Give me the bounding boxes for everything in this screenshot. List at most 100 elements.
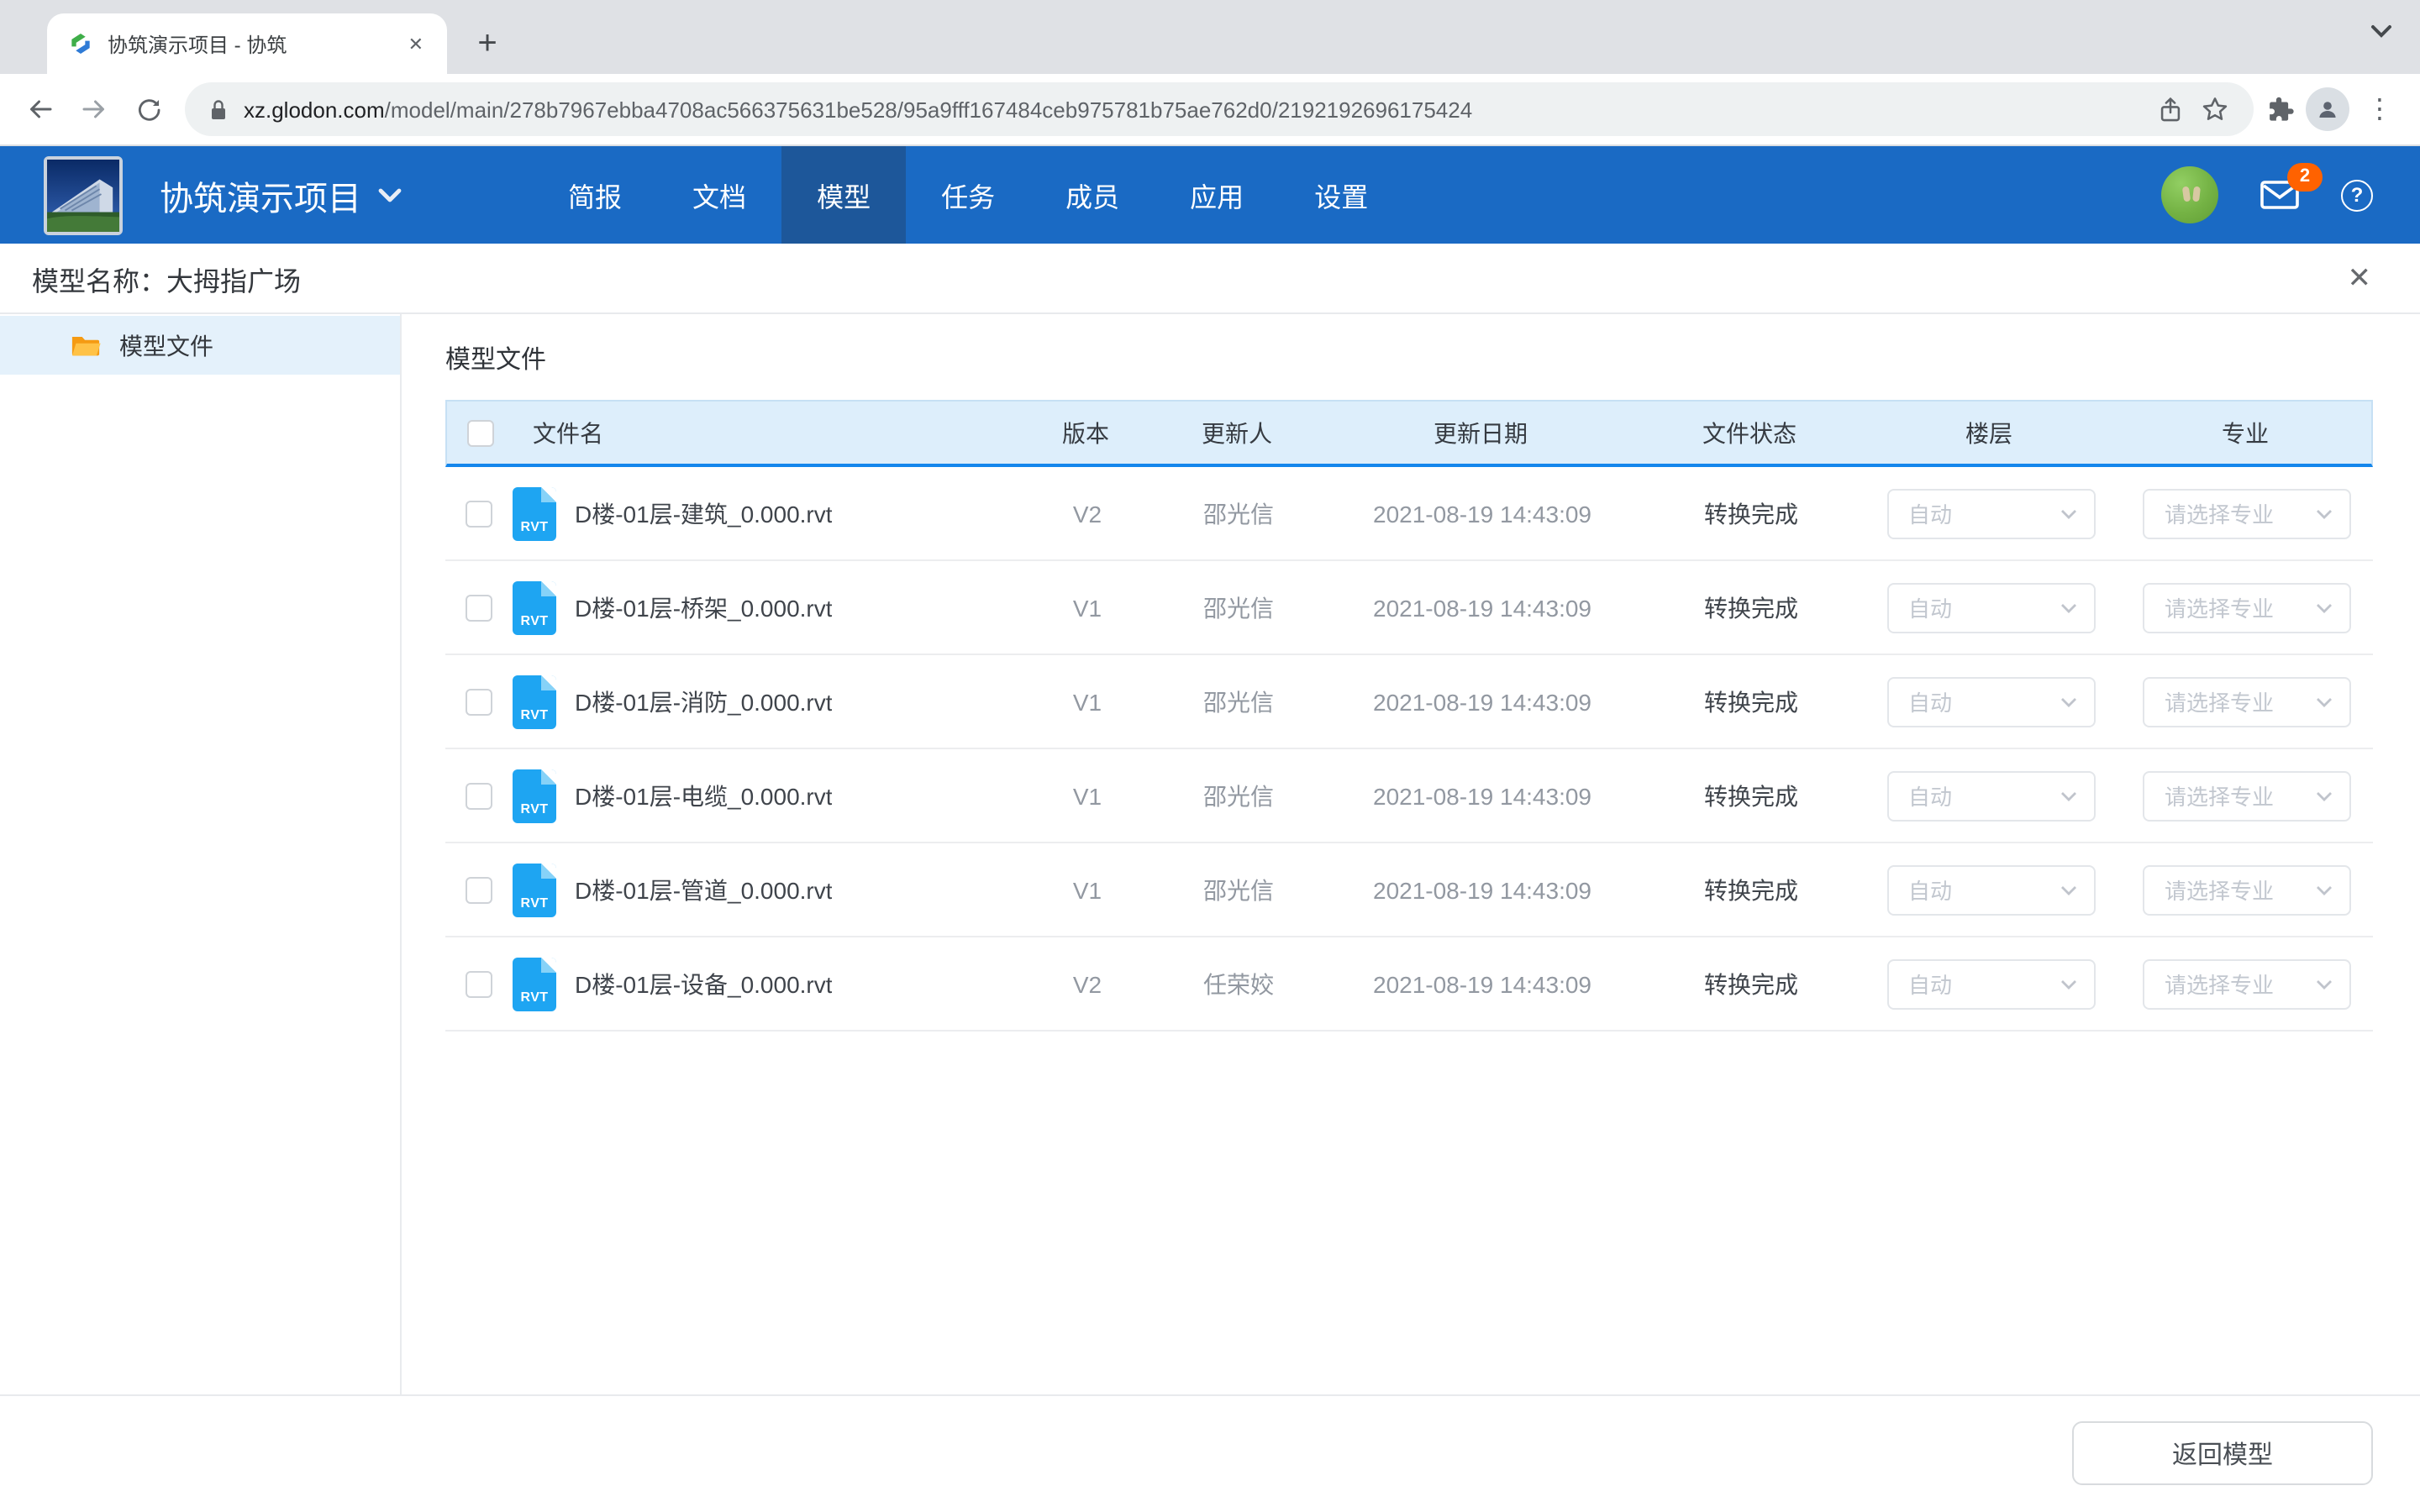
floor-select[interactable]: 自动 xyxy=(1886,958,2095,1009)
footer-bar: 返回模型 xyxy=(0,1394,2420,1509)
column-update-date: 更新日期 xyxy=(1321,416,1640,449)
lock-icon[interactable] xyxy=(208,97,229,122)
chevron-down-icon xyxy=(2316,508,2333,518)
back-button[interactable] xyxy=(13,82,67,136)
nav-item-documents[interactable]: 文档 xyxy=(657,146,781,244)
file-updater: 邵光信 xyxy=(1155,685,1323,718)
share-icon[interactable] xyxy=(2156,95,2185,123)
row-checkbox[interactable] xyxy=(466,500,492,527)
file-updater: 邵光信 xyxy=(1155,873,1323,906)
table-row: RVTD楼-01层-桥架_0.000.rvt V1 邵光信 2021-08-19… xyxy=(445,561,2373,655)
app-header: 协筑演示项目 简报 文档 模型 任务 成员 应用 设置 2 ? xyxy=(0,146,2420,244)
browser-tab[interactable]: 协筑演示项目 - 协筑 ✕ xyxy=(47,13,447,74)
row-checkbox[interactable] xyxy=(466,876,492,903)
project-switcher[interactable]: 协筑演示项目 xyxy=(160,171,402,219)
floor-select[interactable]: 自动 xyxy=(1886,488,2095,538)
file-name[interactable]: D楼-01层-桥架_0.000.rvt xyxy=(575,591,833,624)
column-filename: 文件名 xyxy=(514,416,1018,449)
model-name-value: 大拇指广场 xyxy=(166,258,301,298)
row-checkbox[interactable] xyxy=(466,594,492,621)
row-checkbox[interactable] xyxy=(466,688,492,715)
nav-item-tasks[interactable]: 任务 xyxy=(906,146,1030,244)
sidebar-item-model-files[interactable]: 模型文件 xyxy=(0,316,400,375)
sidebar-item-label: 模型文件 xyxy=(119,328,213,362)
chevron-down-icon xyxy=(2060,885,2076,895)
nav-item-members[interactable]: 成员 xyxy=(1030,146,1155,244)
floor-select[interactable]: 自动 xyxy=(1886,676,2095,727)
header-right-cluster: 2 ? xyxy=(2161,166,2373,223)
tab-search-chevron-icon[interactable] xyxy=(2370,24,2393,39)
nav-item-settings[interactable]: 设置 xyxy=(1279,146,1403,244)
floor-select[interactable]: 自动 xyxy=(1886,582,2095,633)
close-icon[interactable]: ✕ xyxy=(2331,261,2389,295)
row-checkbox[interactable] xyxy=(466,970,492,997)
rvt-file-icon: RVT xyxy=(513,486,556,540)
rvt-label: RVT xyxy=(513,989,556,1004)
file-name[interactable]: D楼-01层-设备_0.000.rvt xyxy=(575,967,833,1000)
browser-menu-icon[interactable]: ⋮ xyxy=(2360,92,2407,126)
address-bar[interactable]: xz.glodon.com/model/main/278b7967ebba470… xyxy=(185,82,2254,136)
major-select[interactable]: 请选择专业 xyxy=(2143,676,2351,727)
chevron-down-icon xyxy=(2316,602,2333,612)
file-name[interactable]: D楼-01层-电缆_0.000.rvt xyxy=(575,779,833,812)
floor-select-value: 自动 xyxy=(1908,591,1952,623)
floor-select[interactable]: 自动 xyxy=(1886,770,2095,821)
new-tab-button[interactable]: + xyxy=(464,20,511,67)
nav-item-model[interactable]: 模型 xyxy=(781,146,906,244)
chevron-down-icon xyxy=(378,187,402,202)
column-version: 版本 xyxy=(1018,416,1153,449)
chevron-down-icon xyxy=(2060,696,2076,706)
reload-button[interactable] xyxy=(121,82,175,136)
browser-profile-avatar[interactable] xyxy=(2306,87,2349,131)
forward-button[interactable] xyxy=(67,82,121,136)
file-name[interactable]: D楼-01层-消防_0.000.rvt xyxy=(575,685,833,718)
rvt-file-icon: RVT xyxy=(513,957,556,1011)
chevron-down-icon xyxy=(2316,979,2333,989)
help-button[interactable]: ? xyxy=(2341,179,2373,211)
bookmark-star-icon[interactable] xyxy=(2200,94,2230,124)
user-avatar[interactable] xyxy=(2161,166,2218,223)
file-update-date: 2021-08-19 14:43:09 xyxy=(1323,500,1642,527)
file-name[interactable]: D楼-01层-管道_0.000.rvt xyxy=(575,873,833,906)
major-select-value: 请选择专业 xyxy=(2165,591,2274,623)
person-icon xyxy=(2314,96,2341,123)
major-select[interactable]: 请选择专业 xyxy=(2143,958,2351,1009)
main-nav: 简报 文档 模型 任务 成员 应用 设置 xyxy=(533,146,1403,244)
row-checkbox[interactable] xyxy=(466,782,492,809)
return-to-model-button[interactable]: 返回模型 xyxy=(2072,1421,2373,1485)
sidebar: 模型文件 xyxy=(0,314,402,1394)
rvt-file-icon: RVT xyxy=(513,769,556,822)
major-select[interactable]: 请选择专业 xyxy=(2143,770,2351,821)
reload-icon xyxy=(134,95,162,123)
tab-close-icon[interactable]: ✕ xyxy=(402,29,430,58)
major-select-value: 请选择专业 xyxy=(2165,685,2274,717)
folder-icon xyxy=(71,333,101,358)
floor-select[interactable]: 自动 xyxy=(1886,864,2095,915)
extensions-puzzle-icon[interactable] xyxy=(2264,93,2296,125)
model-name-label: 模型名称： xyxy=(32,258,166,298)
browser-window: 协筑演示项目 - 协筑 ✕ + xyxy=(0,0,2420,1512)
major-select[interactable]: 请选择专业 xyxy=(2143,488,2351,538)
tab-strip: 协筑演示项目 - 协筑 ✕ + xyxy=(0,0,2420,74)
chevron-down-icon xyxy=(2316,790,2333,801)
rvt-label: RVT xyxy=(513,518,556,533)
major-select[interactable]: 请选择专业 xyxy=(2143,864,2351,915)
select-all-checkbox[interactable] xyxy=(467,419,494,446)
file-update-date: 2021-08-19 14:43:09 xyxy=(1323,688,1642,715)
file-version: V1 xyxy=(1020,594,1155,621)
file-version: V2 xyxy=(1020,500,1155,527)
file-name[interactable]: D楼-01层-建筑_0.000.rvt xyxy=(575,496,833,530)
back-arrow-icon xyxy=(25,94,55,124)
major-select[interactable]: 请选择专业 xyxy=(2143,582,2351,633)
messages-button[interactable]: 2 xyxy=(2260,180,2299,210)
nav-item-apps[interactable]: 应用 xyxy=(1155,146,1279,244)
chevron-down-icon xyxy=(2060,508,2076,518)
main-panel: 模型文件 文件名 版本 更新人 更新日期 文件状态 楼层 专业 RVTD楼-01… xyxy=(402,314,2420,1394)
major-select-value: 请选择专业 xyxy=(2165,968,2274,1000)
rvt-file-icon: RVT xyxy=(513,675,556,728)
nav-item-briefing[interactable]: 简报 xyxy=(533,146,657,244)
building-photo xyxy=(47,159,119,231)
file-update-date: 2021-08-19 14:43:09 xyxy=(1323,594,1642,621)
table-header: 文件名 版本 更新人 更新日期 文件状态 楼层 专业 xyxy=(445,400,2373,467)
floor-select-value: 自动 xyxy=(1908,497,1952,529)
